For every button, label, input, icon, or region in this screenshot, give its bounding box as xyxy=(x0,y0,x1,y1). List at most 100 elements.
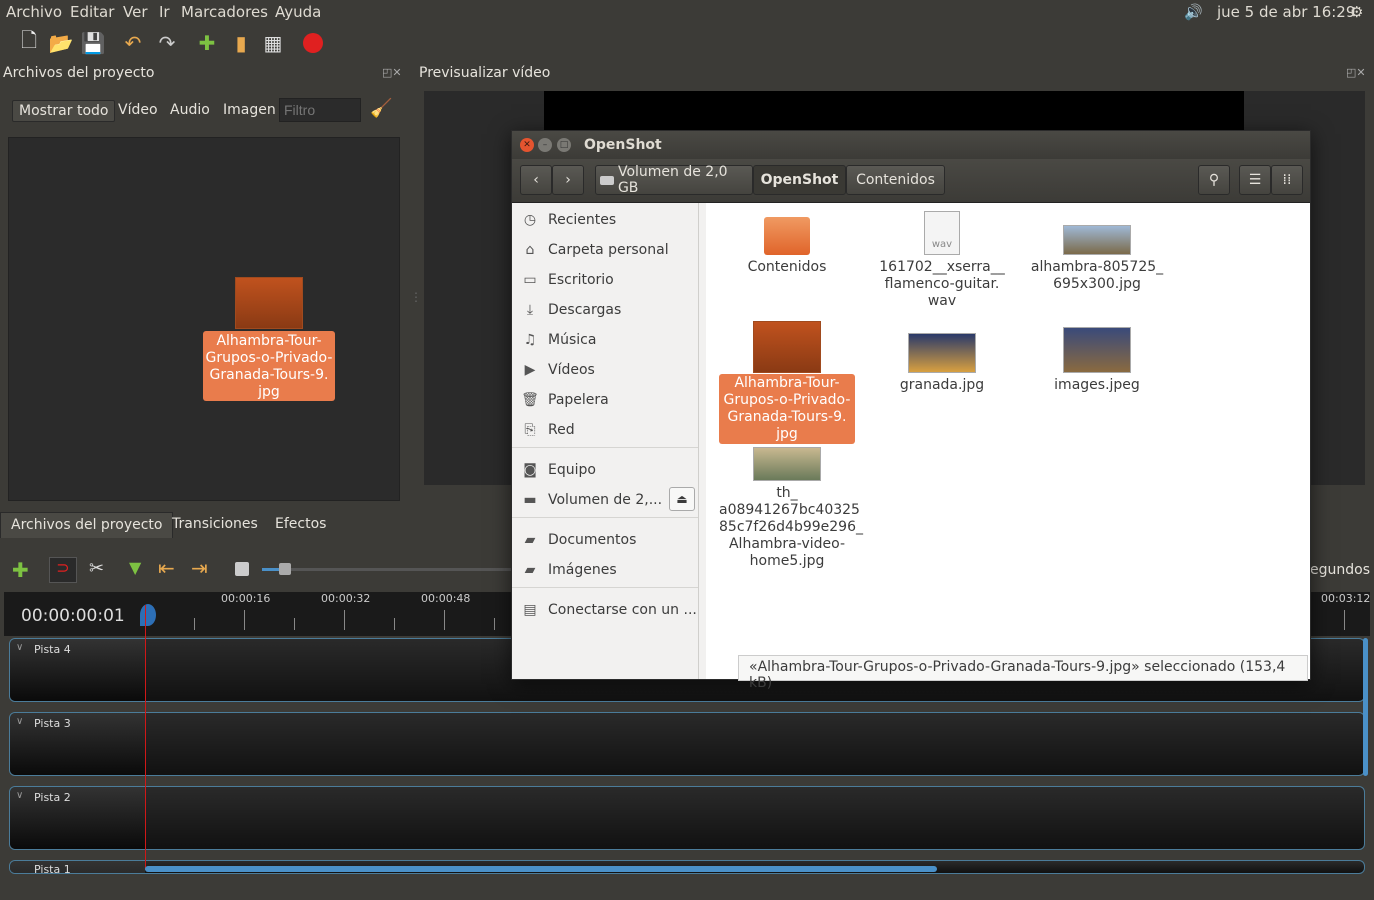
playhead-handle[interactable] xyxy=(140,604,156,626)
settings-gear-icon[interactable]: ⚙ xyxy=(1350,3,1363,21)
track-menu-icon[interactable]: ∨ xyxy=(16,790,23,801)
minimize-window-icon[interactable]: – xyxy=(538,138,552,152)
video-filter-button[interactable]: Vídeo xyxy=(112,100,164,120)
file-item-images-jpeg[interactable]: images.jpeg xyxy=(1029,327,1165,394)
back-chevron-icon[interactable]: ‹ xyxy=(520,165,552,195)
sidebar-item-escritorio[interactable]: ▭ Escritorio xyxy=(512,265,698,295)
clear-filter-broom-icon[interactable]: 🧹 xyxy=(370,98,392,119)
image-filter-button[interactable]: Imagen xyxy=(217,100,282,120)
file-item-th-alhambra[interactable]: th_ a08941267bc40325 85c7f26d4b99e296_ A… xyxy=(719,447,863,570)
maximize-window-icon[interactable]: □ xyxy=(557,138,571,152)
track-name: Pista 3 xyxy=(34,717,71,730)
path-contenidos-button[interactable]: Contenidos xyxy=(846,165,945,195)
sidebar-item-volumen[interactable]: ▬ Volumen de 2,... ⏏ xyxy=(512,485,698,515)
sidebar-item-documentos[interactable]: ▰ Documentos xyxy=(512,525,698,555)
sidebar-item-conectarse[interactable]: ▤ Conectarse con un ... xyxy=(512,595,698,625)
previous-marker-icon[interactable]: ⇤ xyxy=(158,556,175,580)
sidebar-item-descargas[interactable]: ⤓ Descargas xyxy=(512,295,698,325)
file-item-alhambra-805725[interactable]: alhambra-805725_ 695x300.jpg xyxy=(1029,225,1165,293)
menu-ayuda[interactable]: Ayuda xyxy=(275,3,321,21)
close-window-icon[interactable]: ✕ xyxy=(520,138,534,152)
sidebar-item-carpeta-personal[interactable]: ⌂ Carpeta personal xyxy=(512,235,698,265)
sidebar-item-red[interactable]: ⎘ Red xyxy=(512,415,698,445)
list-view-icon[interactable]: ☰ xyxy=(1239,165,1271,195)
file-name: granada.jpg xyxy=(899,377,985,393)
search-icon[interactable]: ⚲ xyxy=(1198,165,1230,195)
track-2[interactable]: Pista 2 ∨ xyxy=(9,786,1365,850)
path-openshot-button[interactable]: OpenShot xyxy=(753,165,846,195)
clock[interactable]: jue 5 de abr 16:29 xyxy=(1217,3,1355,21)
export-video-icon[interactable] xyxy=(300,30,326,56)
snapping-magnet-icon[interactable]: ⊃ xyxy=(49,557,77,583)
timeline-vertical-scrollbar[interactable] xyxy=(1363,638,1368,776)
menu-editar[interactable]: Editar xyxy=(70,3,114,21)
project-file-label[interactable]: Alhambra-Tour- Grupos-o-Privado- Granada… xyxy=(203,331,335,401)
file-chooser-dialog: ✕ – □ OpenShot ‹ › Volumen de 2,0 GB Ope… xyxy=(511,130,1311,691)
add-track-icon[interactable]: ✚ xyxy=(12,558,29,582)
dialog-headerbar: ‹ › Volumen de 2,0 GB OpenShot Contenido… xyxy=(512,159,1310,203)
zoom-slider-handle[interactable] xyxy=(279,563,291,575)
ruler-tick-label: 00:00:32 xyxy=(321,592,371,605)
divider xyxy=(512,447,698,448)
file-item-wav[interactable]: wav 161702__xserra__ flamenco-guitar. wa… xyxy=(874,211,1010,310)
zoom-slider-track[interactable] xyxy=(282,568,512,571)
new-project-icon[interactable]: 🗋 xyxy=(16,28,42,56)
volume-icon[interactable]: 🔊 xyxy=(1184,3,1203,21)
next-marker-icon[interactable]: ⇥ xyxy=(191,556,208,580)
sidebar-item-equipo[interactable]: ◙ Equipo xyxy=(512,455,698,485)
timeline-horizontal-scrollbar[interactable] xyxy=(145,866,937,872)
sidebar-item-musica[interactable]: ♫ Música xyxy=(512,325,698,355)
sidebar-label: Vídeos xyxy=(548,362,595,378)
sidebar-item-recientes[interactable]: ◷ Recientes xyxy=(512,205,698,235)
seconds-label: egundos xyxy=(1310,562,1370,578)
image-thumbnail xyxy=(1063,225,1131,255)
sidebar-item-videos[interactable]: ▶ Vídeos xyxy=(512,355,698,385)
razor-scissors-icon[interactable]: ✂ xyxy=(89,558,104,579)
track-menu-icon[interactable]: ∨ xyxy=(16,642,23,653)
import-files-icon[interactable]: ✚ xyxy=(194,30,220,56)
preview-title: Previsualizar vídeo xyxy=(419,65,551,81)
track-header: Pista 3 ∨ xyxy=(10,713,145,775)
dialog-title: OpenShot xyxy=(584,137,662,153)
fullscreen-icon[interactable]: ▦ xyxy=(260,30,286,56)
track-menu-icon[interactable]: ∨ xyxy=(16,716,23,727)
menu-marcadores[interactable]: Marcadores xyxy=(181,3,268,21)
audio-filter-button[interactable]: Audio xyxy=(164,100,216,120)
menu-ir[interactable]: Ir xyxy=(159,3,170,21)
panel-undock-close-icon[interactable]: ◰✕ xyxy=(382,66,402,79)
path-volume-button[interactable]: Volumen de 2,0 GB xyxy=(595,164,753,196)
track-name: Pista 1 xyxy=(34,863,71,874)
tab-project-files[interactable]: Archivos del proyecto xyxy=(0,512,174,538)
open-project-icon[interactable]: 📂 xyxy=(48,30,74,56)
tab-transitions[interactable]: Transiciones xyxy=(162,512,268,538)
track-header: Pista 1 xyxy=(10,861,145,874)
zoom-out-icon[interactable] xyxy=(235,562,249,576)
menu-ver[interactable]: Ver xyxy=(123,3,148,21)
forward-chevron-icon[interactable]: › xyxy=(552,165,584,195)
track-3[interactable]: Pista 3 ∨ xyxy=(9,712,1365,776)
grid-view-icon[interactable]: ⁞⁞ xyxy=(1271,165,1303,195)
file-item-granada[interactable]: granada.jpg xyxy=(874,333,1010,394)
ruler-tick-label: 00:03:12 xyxy=(1321,592,1371,605)
filter-input[interactable] xyxy=(279,98,361,122)
redo-icon[interactable]: ↷ xyxy=(154,30,180,56)
network-icon: ⎘ xyxy=(524,422,536,438)
project-file-thumbnail[interactable] xyxy=(235,277,303,329)
show-all-button[interactable]: Mostrar todo xyxy=(12,100,116,122)
file-item-contenidos[interactable]: Contenidos xyxy=(719,217,855,276)
eject-icon[interactable]: ⏏ xyxy=(669,487,695,511)
save-project-icon[interactable]: 💾 xyxy=(80,30,106,56)
sidebar-label: Equipo xyxy=(548,462,596,478)
label-line: jpg xyxy=(258,384,280,400)
sidebar-item-papelera[interactable]: 🗑 Papelera xyxy=(512,385,698,415)
splitter-handle[interactable]: ⋮ xyxy=(410,290,422,304)
menu-archivo[interactable]: Archivo xyxy=(6,3,62,21)
undo-icon[interactable]: ↶ xyxy=(120,30,146,56)
file-item-alhambra-tour-selected[interactable]: Alhambra-Tour- Grupos-o-Privado- Granada… xyxy=(719,321,855,444)
add-marker-icon[interactable]: ▼ xyxy=(129,558,141,577)
sidebar-label: Carpeta personal xyxy=(548,242,669,258)
choose-profile-icon[interactable]: ▮ xyxy=(228,30,254,56)
preview-undock-close-icon[interactable]: ◰✕ xyxy=(1346,66,1366,79)
tab-effects[interactable]: Efectos xyxy=(265,512,336,538)
sidebar-item-imagenes[interactable]: ▰ Imágenes xyxy=(512,555,698,585)
